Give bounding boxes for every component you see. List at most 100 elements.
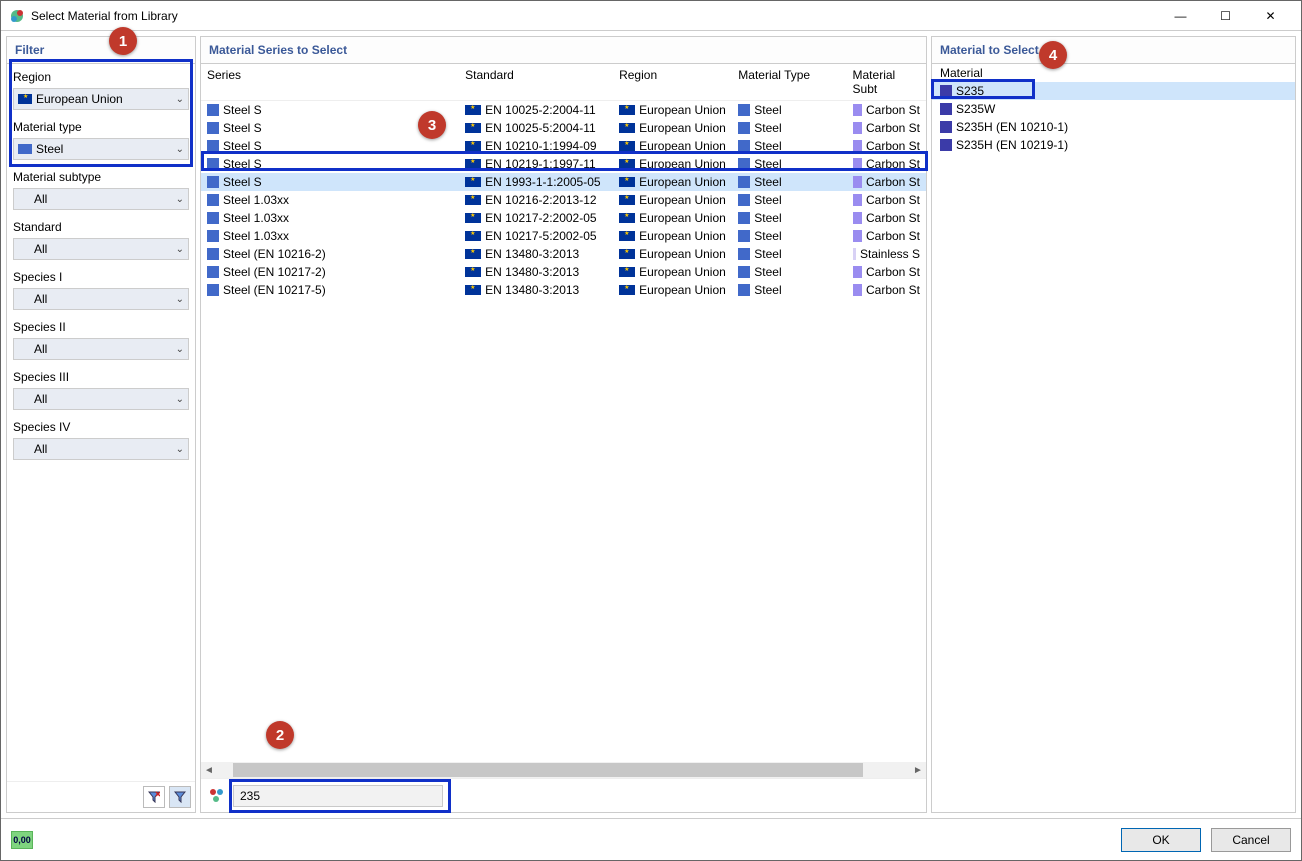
titlebar: Select Material from Library — ☐ ✕ [1, 1, 1301, 31]
series-row[interactable]: Steel SEN 10219-1:1997-11European UnionS… [201, 155, 926, 173]
scroll-left-icon[interactable]: ◄ [201, 765, 217, 776]
series-row[interactable]: Steel (EN 10217-5)EN 13480-3:2013Europea… [201, 281, 926, 299]
cancel-button[interactable]: Cancel [1211, 828, 1291, 852]
window-title: Select Material from Library [31, 9, 1158, 23]
steel-icon [738, 284, 750, 296]
material-subtype-select[interactable]: All ⌄ [13, 188, 189, 210]
species2-select[interactable]: All ⌄ [13, 338, 189, 360]
eu-flag-icon [465, 123, 481, 133]
eu-flag-icon [465, 267, 481, 277]
eu-flag-icon [619, 267, 635, 277]
steel-icon [207, 266, 219, 278]
steel-icon [207, 104, 219, 116]
subtype-icon [853, 140, 862, 152]
scroll-right-icon[interactable]: ► [910, 765, 926, 776]
col-material-subtype[interactable]: Material Subt [847, 64, 926, 100]
series-row[interactable]: Steel 1.03xxEN 10216-2:2013-12European U… [201, 191, 926, 209]
material-row[interactable]: S235 [932, 82, 1295, 100]
material-col-header: Material [932, 64, 1295, 82]
species3-select[interactable]: All ⌄ [13, 388, 189, 410]
chevron-down-icon: ⌄ [176, 344, 184, 355]
scrollbar-thumb[interactable] [233, 763, 863, 777]
eu-flag-icon [465, 159, 481, 169]
material-type-select[interactable]: Steel ⌄ [13, 138, 189, 160]
region-select[interactable]: European Union ⌄ [13, 88, 189, 110]
series-row[interactable]: Steel SEN 10210-1:1994-09European UnionS… [201, 137, 926, 155]
callout-4: 4 [1039, 41, 1067, 69]
material-icon [940, 85, 952, 97]
text-search-icon[interactable] [207, 786, 227, 806]
apply-filter-button[interactable] [169, 786, 191, 808]
ok-button[interactable]: OK [1121, 828, 1201, 852]
steel-icon [738, 230, 750, 242]
steel-icon [738, 248, 750, 260]
eu-flag-icon [465, 249, 481, 259]
subtype-icon [853, 230, 862, 242]
units-button[interactable]: 0,00 [11, 831, 33, 849]
steel-icon [738, 194, 750, 206]
species3-label: Species III [13, 370, 189, 384]
standard-select[interactable]: All ⌄ [13, 238, 189, 260]
species1-label: Species I [13, 270, 189, 284]
eu-flag-icon [619, 105, 635, 115]
series-row[interactable]: Steel SEN 10025-5:2004-11European UnionS… [201, 119, 926, 137]
filter-panel: Filter Region European Union ⌄ Material … [6, 36, 196, 813]
close-button[interactable]: ✕ [1248, 1, 1293, 30]
steel-icon [738, 176, 750, 188]
steel-icon [207, 212, 219, 224]
maximize-button[interactable]: ☐ [1203, 1, 1248, 30]
region-label: Region [13, 70, 189, 84]
series-row[interactable]: Steel 1.03xxEN 10217-5:2002-05European U… [201, 227, 926, 245]
chevron-down-icon: ⌄ [176, 144, 184, 155]
clear-filter-button[interactable] [143, 786, 165, 808]
funnel-clear-icon [148, 791, 160, 803]
material-row[interactable]: S235H (EN 10219-1) [932, 136, 1295, 154]
eu-flag-icon [465, 285, 481, 295]
series-row[interactable]: Steel 1.03xxEN 10217-2:2002-05European U… [201, 209, 926, 227]
material-row[interactable]: S235H (EN 10210-1) [932, 118, 1295, 136]
steel-icon [207, 284, 219, 296]
series-row[interactable]: Steel (EN 10216-2)EN 13480-3:2013Europea… [201, 245, 926, 263]
steel-icon [207, 230, 219, 242]
col-series[interactable]: Series [201, 64, 459, 100]
steel-icon [207, 194, 219, 206]
col-standard[interactable]: Standard [459, 64, 613, 100]
steel-icon [207, 176, 219, 188]
material-row[interactable]: S235W [932, 100, 1295, 118]
col-material-type[interactable]: Material Type [732, 64, 846, 100]
eu-flag-icon [465, 105, 481, 115]
series-row[interactable]: Steel SEN 10025-2:2004-11European UnionS… [201, 101, 926, 119]
chevron-down-icon: ⌄ [176, 244, 184, 255]
filter-header: Filter [7, 37, 195, 64]
chevron-down-icon: ⌄ [176, 94, 184, 105]
series-row[interactable]: Steel SEN 1993-1-1:2005-05European Union… [201, 173, 926, 191]
steel-icon [207, 158, 219, 170]
steel-icon [207, 122, 219, 134]
eu-flag-icon [619, 141, 635, 151]
steel-icon [207, 248, 219, 260]
material-icon [940, 103, 952, 115]
callout-3: 3 [418, 111, 446, 139]
series-row[interactable]: Steel (EN 10217-2)EN 13480-3:2013Europea… [201, 263, 926, 281]
eu-flag-icon [619, 249, 635, 259]
material-header: Material to Select [932, 37, 1295, 64]
minimize-button[interactable]: — [1158, 1, 1203, 30]
species4-select[interactable]: All ⌄ [13, 438, 189, 460]
eu-flag-icon [619, 285, 635, 295]
horizontal-scrollbar[interactable]: ◄ ► [201, 762, 926, 778]
species2-label: Species II [13, 320, 189, 334]
chevron-down-icon: ⌄ [176, 194, 184, 205]
eu-flag-icon [619, 123, 635, 133]
series-grid-header: Series Standard Region Material Type Mat… [201, 64, 926, 101]
eu-flag-icon [619, 231, 635, 241]
steel-icon [738, 122, 750, 134]
subtype-icon [853, 176, 862, 188]
col-region[interactable]: Region [613, 64, 732, 100]
species1-select[interactable]: All ⌄ [13, 288, 189, 310]
subtype-icon [853, 212, 862, 224]
eu-flag-icon [619, 159, 635, 169]
chevron-down-icon: ⌄ [176, 444, 184, 455]
eu-flag-icon [619, 213, 635, 223]
search-input[interactable] [233, 785, 443, 807]
subtype-icon [853, 104, 862, 116]
